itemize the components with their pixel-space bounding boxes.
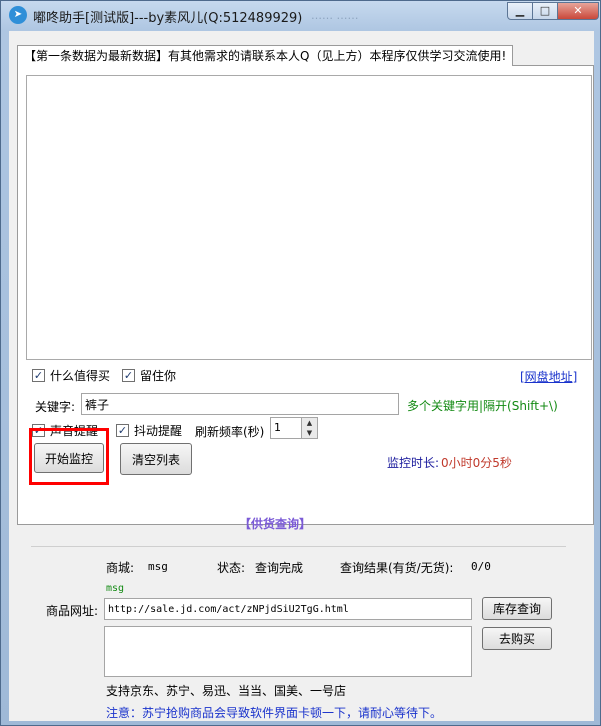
mall-label: 商城: [106,561,135,575]
window-title: 嘟咚助手[测试版]---by素风儿(Q:512489929) [33,11,303,26]
refresh-rate-label: 刷新频率(秒) [195,425,265,439]
liuzhuni-label: 留住你 [140,369,177,383]
keyword-input[interactable] [81,393,399,415]
mall-value: msg [148,560,168,573]
smzdm-label: 什么值得买 [50,369,111,383]
title-bar[interactable]: ➤ 嘟咚助手[测试版]---by素风儿(Q:512489929) …… …… ▁… [1,1,600,29]
shake-alert-label: 抖动提醒 [134,424,183,438]
result-value: 0/0 [471,560,491,573]
smzdm-checkbox[interactable]: ✓ 什么值得买 [32,367,110,384]
netdisk-link[interactable]: [网盘地址] [520,368,577,385]
result-list[interactable] [26,75,592,360]
checkbox-icon: ✓ [116,424,129,437]
tab-main[interactable]: 【第一条数据为最新数据】有其他需求的请联系本人Q（见上方）本程序仅供学习交流使用… [17,45,514,66]
checkbox-icon: ✓ [32,369,45,382]
monitor-duration-value: 0小时0分5秒 [441,456,512,470]
minimize-button[interactable]: ▁ [507,2,533,20]
buy-button[interactable]: 去购买 [482,627,552,650]
msg-line: msg [106,583,125,594]
close-button[interactable]: ✕ [557,2,599,20]
url-label: 商品网址: [46,604,99,618]
telegram-icon: ➤ [9,6,27,24]
keyword-label: 关键字: [35,400,76,414]
divider [31,546,566,547]
supply-section-title: 【供货查询】 [239,517,312,531]
maximize-button[interactable]: □ [532,2,558,20]
status-label: 状态: [217,561,246,575]
clear-list-button[interactable]: 清空列表 [120,443,192,475]
supported-stores-text: 支持京东、苏宁、易迅、当当、国美、一号店 [106,684,347,698]
suning-note: 注意：苏宁抢购商品会导致软件界面卡顿一下，请耐心等待下。 [106,706,443,720]
stock-query-button[interactable]: 库存查询 [482,597,552,620]
highlight-box [29,428,109,485]
client-area: 【第一条数据为最新数据】有其他需求的请联系本人Q（见上方）本程序仅供学习交流使用… [9,31,594,721]
status-value: 查询完成 [255,561,304,575]
keyword-hint: 多个关键字用|隔开(Shift+\) [407,399,558,413]
liuzhuni-checkbox[interactable]: ✓ 留住你 [122,367,176,384]
background-window-text: …… …… [311,9,359,22]
shake-alert-checkbox[interactable]: ✓ 抖动提醒 [116,422,182,439]
refresh-rate-spinner[interactable]: 1 ▲ ▼ [270,417,318,439]
result-textarea[interactable] [104,626,472,677]
monitor-duration-label: 监控时长: [387,456,440,470]
product-url-input[interactable] [104,598,472,620]
refresh-rate-value: 1 [274,421,281,434]
checkbox-icon: ✓ [122,369,135,382]
result-label: 查询结果(有货/无货): [340,561,454,575]
app-window: ➤ 嘟咚助手[测试版]---by素风儿(Q:512489929) …… …… ▁… [0,0,601,726]
spin-down-icon[interactable]: ▼ [301,428,317,438]
